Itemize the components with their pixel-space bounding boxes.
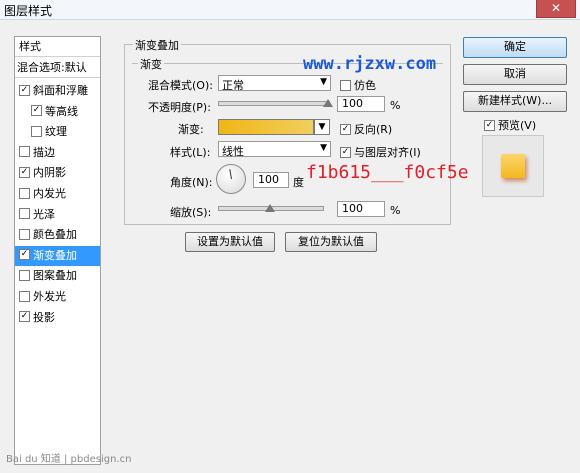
dither-label: 仿色 — [354, 79, 376, 92]
checkbox-icon[interactable] — [19, 290, 30, 302]
angle-dial[interactable] — [216, 164, 246, 194]
preview-label: 预览(V) — [498, 119, 537, 132]
subgroup-title: 渐变 — [138, 56, 164, 72]
color-annotation: f1b615___f0cf5e — [306, 162, 469, 183]
sidebar-item-label: 颜色叠加 — [33, 228, 77, 242]
site-watermark: www.rjzxw.com — [303, 54, 437, 74]
reverse-checkbox[interactable]: ✓ 反向(R) — [340, 121, 392, 137]
cancel-button[interactable]: 取消 — [463, 64, 567, 85]
dither-checkbox[interactable]: 仿色 — [340, 77, 376, 93]
sidebar-item[interactable]: 颜色叠加 — [15, 225, 100, 245]
checkbox-icon[interactable] — [19, 187, 30, 199]
baidu-watermark: Bai du 知道 | pbdesign.cn — [6, 454, 132, 465]
preview-checkbox[interactable]: ✓ 预览(V) — [484, 117, 536, 133]
align-checkbox[interactable]: ✓ 与图层对齐(I) — [340, 144, 421, 160]
style-preview — [482, 135, 544, 197]
checkbox-icon: ✓ — [484, 119, 495, 131]
blend-mode-label: 混合模式(O): — [148, 79, 213, 92]
sidebar-item[interactable]: 图案叠加 — [15, 266, 100, 286]
sidebar-item-blend-options[interactable]: 混合选项:默认 — [15, 58, 100, 78]
sidebar-item[interactable]: ✓ 斜面和浮雕 — [15, 81, 100, 101]
sidebar-item[interactable]: 描边 — [15, 143, 100, 163]
preview-swatch — [501, 154, 525, 178]
sidebar-item[interactable]: 内发光 — [15, 184, 100, 204]
checkbox-icon[interactable]: ✓ — [19, 166, 30, 178]
style-value: 线性 — [222, 145, 244, 158]
sidebar-item[interactable]: 外发光 — [15, 287, 100, 307]
sidebar-item-label: 等高线 — [45, 104, 78, 118]
checkbox-icon[interactable] — [19, 146, 30, 158]
make-default-button[interactable]: 设置为默认值 — [185, 232, 275, 252]
sidebar-item[interactable]: ✓ 内阴影 — [15, 163, 100, 183]
scale-slider-thumb[interactable] — [265, 204, 275, 212]
sidebar-item-label: 内阴影 — [33, 166, 66, 180]
checkbox-icon[interactable] — [31, 125, 42, 137]
sidebar-item-label: 外发光 — [33, 290, 66, 303]
sidebar-item[interactable]: 纹理 — [15, 122, 100, 142]
chevron-down-icon: ▼ — [318, 122, 326, 132]
blend-mode-value: 正常 — [222, 79, 244, 92]
checkbox-icon[interactable] — [19, 269, 30, 281]
checkbox-icon[interactable]: ✓ — [19, 84, 30, 96]
gradient-picker[interactable] — [218, 119, 314, 135]
angle-label: 角度(N): — [170, 176, 213, 189]
checkbox-icon — [340, 79, 351, 91]
sidebar-item[interactable]: ✓ 渐变叠加 — [15, 245, 100, 266]
angle-needle — [229, 169, 232, 180]
align-label: 与图层对齐(I) — [354, 146, 421, 159]
gradient-label: 渐变: — [178, 123, 204, 136]
new-style-button[interactable]: 新建样式(W)... — [463, 91, 567, 112]
angle-unit: 度 — [293, 176, 304, 189]
checkbox-icon: ✓ — [340, 146, 351, 158]
sidebar-item[interactable]: ✓ 等高线 — [15, 102, 100, 122]
title-bar: 图层样式 ✕ — [0, 0, 580, 20]
window-title: 图层样式 — [4, 4, 53, 18]
sidebar-item-label: 渐变叠加 — [33, 248, 77, 262]
gradient-dropdown-button[interactable]: ▼ — [314, 119, 330, 135]
checkbox-icon[interactable]: ✓ — [19, 249, 30, 261]
checkbox-icon[interactable] — [19, 208, 30, 220]
blend-mode-select[interactable]: 正常 ▼ — [218, 75, 331, 92]
opacity-percent: % — [390, 99, 401, 112]
opacity-input[interactable]: 100 — [337, 96, 385, 112]
scale-input[interactable]: 100 — [337, 201, 385, 217]
sidebar-item[interactable]: 光泽 — [15, 205, 100, 225]
sidebar-header: 样式 — [15, 37, 100, 57]
reverse-label: 反向(R) — [354, 123, 393, 136]
style-select[interactable]: 线性 ▼ — [218, 141, 331, 158]
ok-button[interactable]: 确定 — [463, 37, 567, 58]
opacity-label: 不透明度(P): — [148, 101, 211, 114]
chevron-down-icon: ▼ — [320, 143, 327, 153]
angle-input[interactable]: 100 — [253, 172, 289, 188]
reset-default-button[interactable]: 复位为默认值 — [285, 232, 377, 252]
opacity-slider-track[interactable] — [218, 101, 330, 106]
group-title: 渐变叠加 — [133, 37, 181, 53]
style-label: 样式(L): — [170, 146, 211, 159]
chevron-down-icon: ▼ — [320, 77, 327, 87]
sidebar-item[interactable]: ✓ 投影 — [15, 308, 100, 328]
sidebar-item-label: 图案叠加 — [33, 269, 77, 283]
sidebar-item-label: 纹理 — [45, 125, 67, 139]
sidebar-item-label: 斜面和浮雕 — [33, 84, 88, 97]
close-button[interactable]: ✕ — [536, 0, 576, 18]
sidebar-item-label: 内发光 — [33, 187, 66, 200]
sidebar-item-label: 描边 — [33, 145, 55, 159]
close-icon: ✕ — [550, 1, 562, 15]
scale-label: 缩放(S): — [170, 206, 212, 219]
checkbox-icon[interactable]: ✓ — [19, 311, 30, 323]
opacity-slider-thumb[interactable] — [323, 99, 333, 107]
sidebar-item-label: 光泽 — [33, 207, 55, 221]
checkbox-icon[interactable] — [19, 228, 30, 240]
sidebar-item-label: 投影 — [33, 310, 55, 324]
checkbox-icon: ✓ — [340, 123, 351, 135]
styles-sidebar: 样式 混合选项:默认 ✓ 斜面和浮雕 ✓ 等高线 纹理 描边 ✓ 内阴影 内发光 光泽 颜色叠加 ✓ 渐… — [14, 36, 101, 465]
checkbox-icon[interactable]: ✓ — [31, 105, 42, 117]
scale-percent: % — [390, 204, 401, 217]
